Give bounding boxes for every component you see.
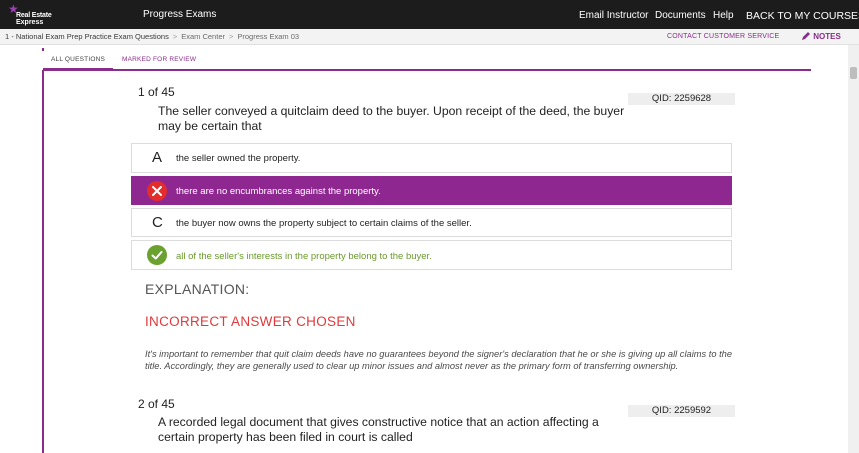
pencil-icon xyxy=(801,31,811,41)
option-text: all of the seller's interests in the pro… xyxy=(176,251,432,262)
real-estate-express-logo[interactable]: ★ Real Estate Express xyxy=(6,3,66,27)
question-text: The seller conveyed a quitclaim deed to … xyxy=(158,104,625,133)
option-letter: C xyxy=(152,214,163,231)
question-number: 2 of 45 xyxy=(138,397,175,411)
email-instructor-link[interactable]: Email Instructor xyxy=(579,10,648,21)
logo-line2: Express xyxy=(16,19,44,26)
correct-check-icon xyxy=(147,245,167,265)
explanation-text: It's important to remember that quit cla… xyxy=(145,349,732,371)
scrollbar-thumb[interactable] xyxy=(850,67,857,79)
contact-customer-service-link[interactable]: CONTACT CUSTOMER SERVICE xyxy=(667,33,779,40)
breadcrumb-item-progress-exam: Progress Exam 03 xyxy=(237,32,300,41)
answer-option-c[interactable]: C the buyer now owns the property subjec… xyxy=(131,208,732,237)
tab-active-indicator xyxy=(43,68,113,71)
incorrect-x-icon xyxy=(147,181,167,201)
option-text: there are no encumbrances against the pr… xyxy=(176,186,381,197)
explanation-heading: EXPLANATION: xyxy=(145,281,250,297)
tab-marked-for-review[interactable]: MARKED FOR REVIEW xyxy=(122,56,196,63)
question-id: QID: 2259592 xyxy=(628,405,735,417)
question-text: A recorded legal document that gives con… xyxy=(158,415,599,444)
notes-button[interactable]: NOTES xyxy=(801,31,841,41)
option-letter: A xyxy=(152,149,163,166)
content-left-border xyxy=(42,70,44,453)
app-title: Progress Exams xyxy=(143,9,217,20)
tab-marker xyxy=(42,48,44,51)
result-status: INCORRECT ANSWER CHOSEN xyxy=(145,314,356,329)
breadcrumb-item-exam-center[interactable]: Exam Center xyxy=(181,32,225,41)
answer-option-a[interactable]: A the seller owned the property. xyxy=(131,143,732,173)
answer-option-d[interactable]: all of the seller's interests in the pro… xyxy=(131,240,732,270)
tab-all-questions[interactable]: ALL QUESTIONS xyxy=(51,56,105,63)
answer-option-b[interactable]: there are no encumbrances against the pr… xyxy=(131,176,732,205)
breadcrumb: 1 - National Exam Prep Practice Exam Que… xyxy=(5,32,299,41)
breadcrumb-separator: > xyxy=(172,32,178,41)
breadcrumb-item-course[interactable]: 1 - National Exam Prep Practice Exam Que… xyxy=(5,32,169,41)
documents-link[interactable]: Documents xyxy=(655,10,706,21)
notes-label: NOTES xyxy=(813,32,841,41)
question-number: 1 of 45 xyxy=(138,85,175,99)
help-link[interactable]: Help xyxy=(713,10,734,21)
option-text: the seller owned the property. xyxy=(176,153,301,164)
option-text: the buyer now owns the property subject … xyxy=(176,218,472,229)
vertical-scrollbar[interactable] xyxy=(848,45,859,453)
top-bar: ★ Real Estate Express Progress Exams Ema… xyxy=(0,0,859,29)
question-id: QID: 2259628 xyxy=(628,93,735,105)
breadcrumb-bar: 1 - National Exam Prep Practice Exam Que… xyxy=(0,29,859,45)
tab-underline xyxy=(43,69,811,71)
back-to-my-courses-link[interactable]: BACK TO MY COURSES xyxy=(746,10,859,22)
breadcrumb-separator: > xyxy=(229,32,234,41)
